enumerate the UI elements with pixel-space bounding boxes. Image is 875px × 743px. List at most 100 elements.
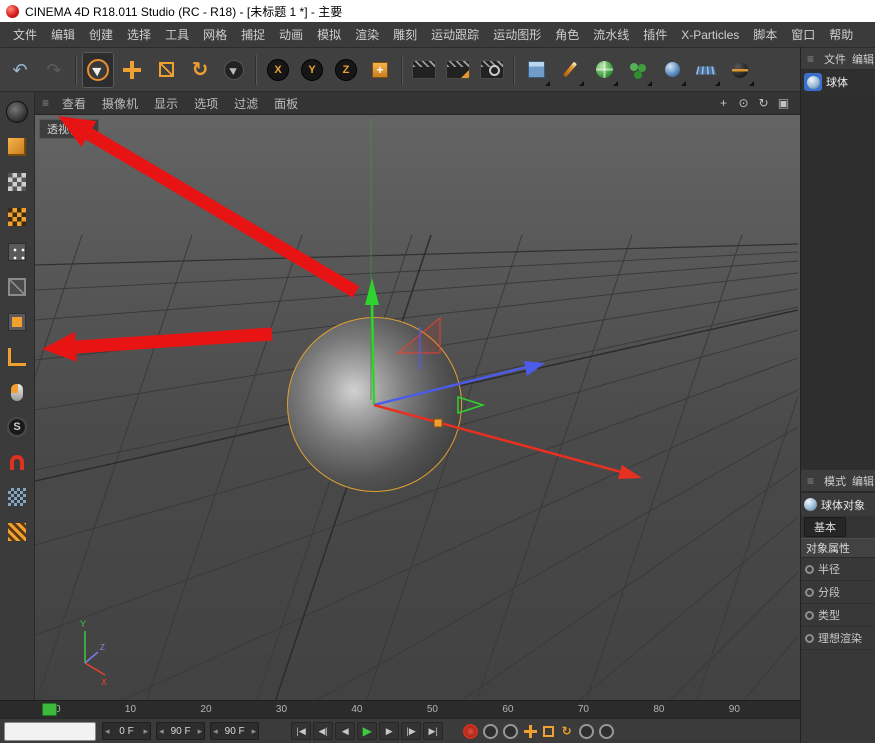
sphere-object-icon[interactable] (804, 73, 822, 91)
object-name[interactable]: 球体 (826, 74, 848, 90)
keyframe-circle-icon[interactable] (805, 634, 814, 643)
menu-item[interactable]: 流水线 (586, 26, 636, 43)
snap-s-button[interactable]: S (5, 415, 29, 439)
prev-frame-button[interactable]: ◀ (335, 722, 355, 740)
frame-field[interactable]: ◂ 0 F ▸ (102, 722, 151, 740)
prev-key-button[interactable]: ◀| (313, 722, 333, 740)
property-row[interactable]: 分段 (801, 581, 875, 604)
live-selection-tool-button[interactable] (82, 52, 114, 88)
cube-primitive-button[interactable] (520, 52, 552, 88)
play-button[interactable]: ▶ (357, 722, 377, 740)
menu-item[interactable]: 模拟 (310, 26, 348, 43)
make-editable-button[interactable] (5, 100, 29, 124)
redo-button[interactable]: ↷ (38, 52, 70, 88)
menu-item[interactable]: 选择 (120, 26, 158, 43)
record-parameter-button[interactable] (579, 724, 594, 739)
menu-item[interactable]: 雕刻 (386, 26, 424, 43)
frame-field[interactable]: ◂ 90 F ▸ (210, 722, 259, 740)
texture-axis-mode-button[interactable] (5, 205, 29, 229)
frame-field[interactable]: ◂ 90 F ▸ (156, 722, 205, 740)
stepper-left-icon[interactable]: ◂ (159, 726, 164, 737)
keyframe-circle-icon[interactable] (805, 588, 814, 597)
record-rotation-button[interactable]: ↻ (559, 724, 574, 739)
timeline-handle[interactable] (42, 703, 57, 716)
move-tool-button[interactable] (116, 52, 148, 88)
menu-item[interactable]: 角色 (548, 26, 586, 43)
viewport-menu-item[interactable]: 面板 (266, 95, 306, 112)
render-view-button[interactable] (408, 52, 440, 88)
menu-item[interactable]: 文件 (6, 26, 44, 43)
workplane-snap-button[interactable] (5, 520, 29, 544)
menu-item[interactable]: 脚本 (746, 26, 784, 43)
attribute-tab-basic[interactable]: 基本 (804, 517, 846, 537)
object-manager-menu-item[interactable]: 文件 (821, 51, 849, 67)
model-mode-button[interactable] (5, 135, 29, 159)
viewport-solo-button[interactable] (5, 380, 29, 404)
record-pla-button[interactable] (599, 724, 614, 739)
menu-item[interactable]: 捕捉 (234, 26, 272, 43)
edges-mode-button[interactable] (5, 275, 29, 299)
polygons-mode-button[interactable] (5, 310, 29, 334)
viewport-menu-item[interactable]: 显示 (146, 95, 186, 112)
property-row[interactable]: 半径 (801, 558, 875, 581)
sphere-object[interactable] (287, 317, 462, 492)
toggle-view-icon[interactable]: ▣ (775, 95, 792, 112)
menu-item[interactable]: 窗口 (784, 26, 822, 43)
menu-item[interactable]: 渲染 (348, 26, 386, 43)
record-scale-button[interactable] (543, 726, 554, 737)
menu-item[interactable]: 编辑 (44, 26, 82, 43)
attribute-manager-menu-item[interactable]: 编辑 (849, 473, 875, 489)
workplane-button[interactable] (5, 485, 29, 509)
menu-item[interactable]: 工具 (158, 26, 196, 43)
next-frame-button[interactable]: ▶ (379, 722, 399, 740)
stepper-right-icon[interactable]: ▸ (144, 726, 149, 737)
object-row-sphere[interactable]: 球体 (801, 70, 875, 94)
rotate-tool-button[interactable]: ↻ (184, 52, 216, 88)
render-picture-viewer-button[interactable] (442, 52, 474, 88)
last-tool-button[interactable] (218, 52, 250, 88)
menu-item[interactable]: 创建 (82, 26, 120, 43)
next-key-button[interactable]: |▶ (401, 722, 421, 740)
menu-item[interactable]: 插件 (636, 26, 674, 43)
viewport-menu-item[interactable]: 选项 (186, 95, 226, 112)
object-manager-area[interactable] (801, 94, 875, 470)
cluster-generator-button[interactable] (622, 52, 654, 88)
keyframe-selection-button[interactable] (503, 724, 518, 739)
menu-item[interactable]: X-Particles (674, 28, 746, 42)
lock-x-axis-button[interactable]: X (262, 52, 294, 88)
keyframe-circle-icon[interactable] (805, 611, 814, 620)
timeline-ruler[interactable]: 0102030405060708090 (0, 700, 800, 718)
menu-item[interactable]: 帮助 (822, 26, 860, 43)
record-position-button[interactable] (523, 724, 538, 739)
stepper-left-icon[interactable]: ◂ (105, 726, 110, 737)
property-row[interactable]: 理想渲染 (801, 627, 875, 650)
points-mode-button[interactable] (5, 240, 29, 264)
menu-item[interactable]: 动画 (272, 26, 310, 43)
menu-item[interactable]: 运动跟踪 (424, 26, 486, 43)
stepper-right-icon[interactable]: ▸ (198, 726, 203, 737)
undo-button[interactable]: ↶ (4, 52, 36, 88)
goto-end-button[interactable]: ▶| (423, 722, 443, 740)
floor-button[interactable] (690, 52, 722, 88)
viewport-menu-item[interactable]: 查看 (54, 95, 94, 112)
menu-item[interactable]: 网格 (196, 26, 234, 43)
metaball-button[interactable] (656, 52, 688, 88)
pan-view-icon[interactable]: + (715, 95, 732, 112)
attribute-manager-menu-item[interactable]: 模式 (821, 473, 849, 489)
property-row[interactable]: 类型 (801, 604, 875, 627)
spline-pen-button[interactable] (554, 52, 586, 88)
environment-button[interactable] (724, 52, 756, 88)
autokeying-button[interactable] (483, 724, 498, 739)
menu-item[interactable]: 运动图形 (486, 26, 548, 43)
goto-start-button[interactable]: |◀ (291, 722, 311, 740)
zoom-view-icon[interactable]: ⊙ (735, 95, 752, 112)
enable-axis-button[interactable] (5, 345, 29, 369)
rotate-view-icon[interactable]: ↻ (755, 95, 772, 112)
subdivision-surface-button[interactable] (588, 52, 620, 88)
texture-mode-button[interactable] (5, 170, 29, 194)
perspective-viewport[interactable]: Y X Z 透视视图 (35, 115, 800, 700)
lock-z-axis-button[interactable]: Z (330, 52, 362, 88)
coordinate-system-button[interactable]: + (364, 52, 396, 88)
lock-y-axis-button[interactable]: Y (296, 52, 328, 88)
viewport-menu-item[interactable]: 过滤 (226, 95, 266, 112)
